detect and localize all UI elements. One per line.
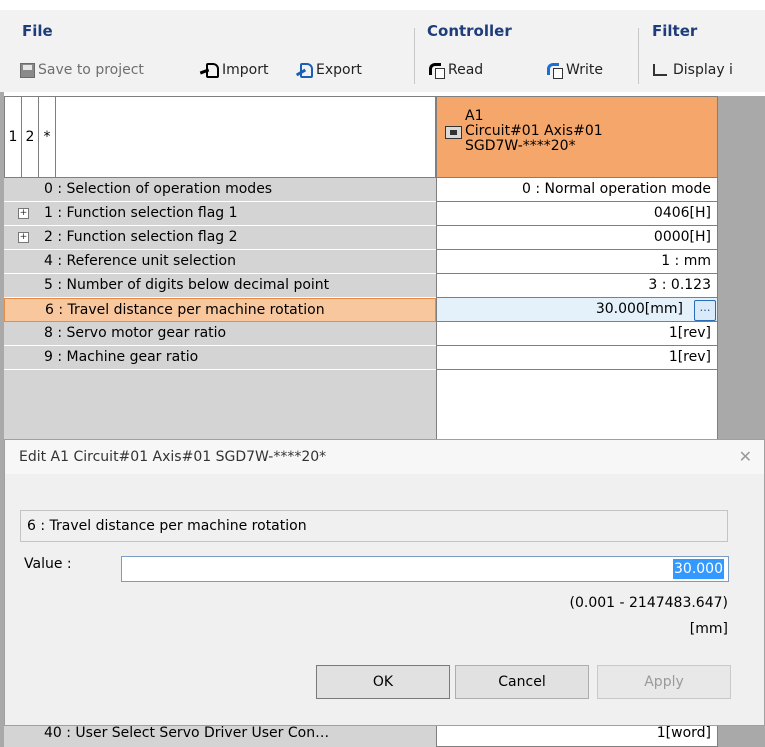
table-row-selected[interactable]: 6 : Travel distance per machine rotation… [4, 298, 718, 322]
header-col-star[interactable]: * [39, 97, 56, 177]
group-title-controller: Controller [427, 22, 512, 40]
save-to-project-label: Save to project [38, 62, 144, 78]
axis-model: SGD7W-****20* [465, 138, 576, 154]
table-row[interactable]: 4 : Reference unit selection 1 : mm [4, 250, 718, 274]
grid-header-left: 1 2 * [4, 96, 436, 178]
display-icon [652, 61, 670, 79]
param-name: 5 : Number of digits below decimal point [4, 274, 436, 298]
close-icon[interactable]: ✕ [739, 447, 752, 466]
param-value[interactable]: 1 : mm [436, 250, 718, 274]
ribbon-top-strip [0, 0, 765, 10]
group-title-file: File [22, 22, 53, 40]
value-range: (0.001 - 2147483.647) [569, 595, 728, 611]
param-name: 2 : Function selection flag 2 [4, 226, 436, 250]
table-row[interactable]: 9 : Machine gear ratio 1[rev] [4, 346, 718, 370]
read-label: Read [448, 62, 484, 78]
table-row-obscured [4, 370, 718, 439]
ribbon-separator [638, 28, 639, 84]
param-name: 0 : Selection of operation modes [4, 178, 436, 202]
table-row[interactable]: 5 : Number of digits below decimal point… [4, 274, 718, 298]
ok-button[interactable]: OK [316, 665, 450, 699]
param-value[interactable]: 1[word] [436, 726, 718, 747]
expand-plus-icon[interactable]: + [18, 208, 29, 219]
param-value[interactable]: 30.000[mm] [436, 298, 718, 322]
axis-circuit: Circuit#01 Axis#01 [465, 123, 603, 139]
param-value[interactable]: 0 : Normal operation mode [436, 178, 718, 202]
import-label: Import [222, 62, 269, 78]
table-row[interactable]: 0 : Selection of operation modes 0 : Nor… [4, 178, 718, 202]
param-value[interactable]: 0000[H] [436, 226, 718, 250]
read-icon [427, 61, 445, 79]
param-value[interactable]: 3 : 0.123 [436, 274, 718, 298]
value-input-text: 30.000 [673, 559, 724, 579]
import-button[interactable]: Import [206, 58, 268, 82]
save-to-project-button[interactable]: Save to project [20, 58, 144, 82]
param-name: 9 : Machine gear ratio [4, 346, 436, 370]
export-button[interactable]: Export [300, 58, 362, 82]
cancel-button[interactable]: Cancel [455, 665, 589, 699]
value-label: Value : [24, 556, 72, 572]
dialog-title: Edit A1 Circuit#01 Axis#01 SGD7W-****20* [19, 449, 327, 465]
group-title-filter: Filter [652, 22, 698, 40]
write-icon [545, 61, 563, 79]
param-name-obscured [4, 370, 436, 439]
value-unit: [mm] [689, 621, 728, 637]
axis-name: A1 [465, 108, 484, 124]
table-row[interactable]: 1 : Function selection flag 1 + 0406[H] [4, 202, 718, 226]
edit-dialog: Edit A1 Circuit#01 Axis#01 SGD7W-****20*… [4, 439, 765, 726]
axis-column-header[interactable]: A1 Circuit#01 Axis#01 SGD7W-****20* [436, 96, 718, 178]
write-label: Write [566, 62, 603, 78]
param-name: 1 : Function selection flag 1 [4, 202, 436, 226]
expand-plus-icon[interactable]: + [18, 232, 29, 243]
dialog-titlebar[interactable]: Edit A1 Circuit#01 Axis#01 SGD7W-****20*… [5, 440, 764, 474]
param-name: 8 : Servo motor gear ratio [4, 322, 436, 346]
display-button[interactable]: Display i [652, 58, 733, 82]
write-button[interactable]: Write [545, 58, 603, 82]
param-name: 6 : Travel distance per machine rotation [4, 298, 436, 322]
ellipsis-edit-button[interactable]: … [694, 300, 716, 321]
servo-drive-icon [445, 126, 462, 139]
param-value[interactable]: 1[rev] [436, 346, 718, 370]
ribbon-separator [414, 28, 415, 84]
table-row[interactable]: 40 : User Select Servo Driver User Con… … [4, 726, 718, 747]
param-name: 4 : Reference unit selection [4, 250, 436, 274]
value-input[interactable]: 30.000 [121, 556, 729, 582]
header-col-1[interactable]: 1 [5, 97, 22, 177]
param-value[interactable]: 1[rev] [436, 322, 718, 346]
parameter-name-display: 6 : Travel distance per machine rotation [20, 510, 728, 542]
import-icon [206, 62, 219, 78]
table-row[interactable]: 2 : Function selection flag 2 + 0000[H] [4, 226, 718, 250]
param-value-obscured [436, 370, 718, 439]
display-label: Display i [673, 62, 733, 78]
export-label: Export [316, 62, 362, 78]
ribbon-toolbar: File Controller Filter Save to project I… [0, 0, 765, 93]
param-value[interactable]: 0406[H] [436, 202, 718, 226]
apply-button[interactable]: Apply [597, 665, 731, 699]
table-row[interactable]: 8 : Servo motor gear ratio 1[rev] [4, 322, 718, 346]
save-icon [20, 62, 35, 78]
export-icon [300, 62, 313, 78]
read-button[interactable]: Read [427, 58, 483, 82]
header-col-2[interactable]: 2 [22, 97, 39, 177]
param-name: 40 : User Select Servo Driver User Con… [4, 726, 436, 747]
